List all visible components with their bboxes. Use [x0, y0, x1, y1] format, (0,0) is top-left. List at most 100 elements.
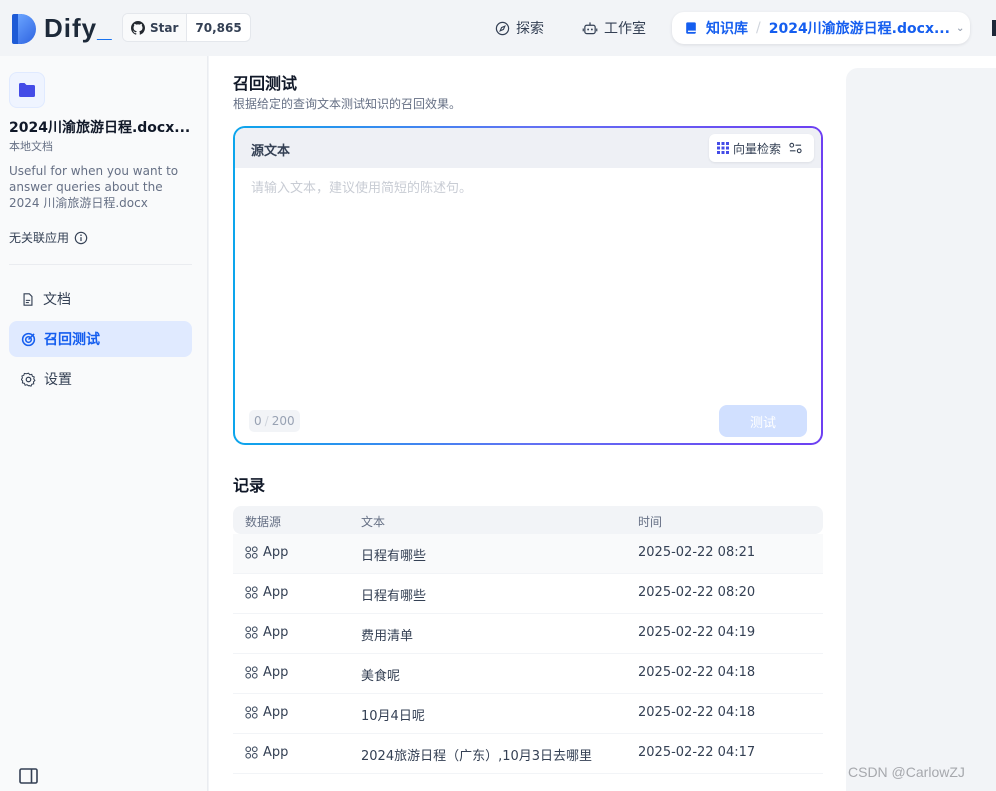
sidebar-item-settings[interactable]: 设置 — [9, 361, 192, 397]
nav-studio[interactable]: 工作室 — [582, 14, 646, 42]
row-time: 2025-02-22 04:18 — [638, 705, 756, 720]
counter-current: 0 — [254, 414, 262, 428]
counter-max: 200 — [271, 414, 295, 428]
sidebar-divider — [9, 264, 192, 265]
compass-icon — [495, 21, 510, 35]
retrieval-test-main: 召回测试 根据给定的查询文本测试知识的召回效果。 源文本 向量检索 0 / — [209, 56, 846, 791]
table-row[interactable]: App 2024旅游日程（广东）,10月3日去哪里 2025-02-22 04:17 — [233, 734, 823, 774]
row-text: 费用清单 — [361, 629, 414, 644]
row-time: 2025-02-22 04:17 — [638, 745, 756, 760]
row-source-label: App — [263, 745, 289, 760]
app-grid-icon — [245, 546, 258, 559]
row-source: App — [245, 665, 288, 680]
document-icon — [23, 292, 33, 306]
table-row[interactable]: App 美食呢 2025-02-22 04:18 — [233, 654, 823, 694]
nav-explore[interactable]: 探索 — [495, 14, 544, 42]
dataset-folder-icon — [9, 72, 45, 108]
dify-logo-mark — [12, 13, 36, 44]
watermark: CSDN @CarlowZJ — [848, 764, 965, 780]
column-header-text: 文本 — [361, 515, 386, 529]
row-source: App — [245, 545, 288, 560]
nav-explore-label: 探索 — [516, 21, 544, 37]
retrieval-method-label: 向量检索 — [732, 141, 781, 156]
counter-separator: / — [264, 414, 269, 428]
top-bar: Dify_ Star 70,865 探索 工作室 知识库 / 2024川渝旅游日… — [0, 0, 996, 56]
row-source: App — [245, 705, 288, 720]
column-header-source: 数据源 — [245, 515, 282, 529]
row-text: 2024旅游日程（广东）,10月3日去哪里 — [361, 749, 593, 764]
dataset-sidebar: 2024川渝旅游日程.docx... 本地文档 Useful for when … — [0, 56, 208, 791]
row-text: 日程有哪些 — [361, 589, 427, 604]
sidebar-item-documents[interactable]: 文档 — [9, 281, 192, 317]
info-icon[interactable] — [74, 231, 88, 245]
no-linked-app-label: 无关联应用 — [9, 231, 70, 245]
nav-studio-label: 工作室 — [604, 21, 646, 37]
row-time: 2025-02-22 04:18 — [638, 665, 756, 680]
row-source-label: App — [263, 545, 289, 560]
records-title: 记录 — [233, 476, 266, 495]
table-row[interactable]: App 10月4日呢 2025-02-22 04:18 — [233, 694, 823, 734]
row-text: 日程有哪些 — [361, 549, 427, 564]
query-card-header: 源文本 向量检索 — [235, 128, 821, 168]
github-icon — [131, 20, 145, 35]
app-grid-icon — [245, 666, 258, 679]
dify-logo[interactable]: Dify_ — [12, 13, 113, 44]
sidebar-item-label: 召回测试 — [44, 332, 100, 348]
sidebar-item-label: 设置 — [44, 372, 72, 388]
table-row[interactable]: App 日程有哪些 2025-02-22 08:21 — [233, 534, 823, 574]
results-panel-body — [846, 68, 996, 791]
breadcrumb-separator: / — [756, 20, 761, 36]
results-panel — [846, 56, 996, 791]
row-time: 2025-02-22 08:20 — [638, 585, 756, 600]
test-button[interactable]: 测试 — [719, 405, 807, 437]
row-source-label: App — [263, 665, 289, 680]
settings-sliders-icon — [789, 142, 802, 154]
table-row[interactable]: App 日程有哪些 2025-02-22 08:20 — [233, 574, 823, 614]
dataset-type: 本地文档 — [9, 140, 53, 153]
app-grid-icon — [245, 626, 258, 639]
star-count: 70,865 — [195, 20, 242, 35]
row-source: App — [245, 585, 288, 600]
dataset-description: Useful for when you want to answer queri… — [9, 164, 179, 210]
query-input-card: 源文本 向量检索 0 / 200 测试 — [233, 126, 823, 445]
sidebar-item-label: 文档 — [43, 292, 71, 308]
row-source-label: App — [263, 625, 289, 640]
sidebar-item-retrieval-test[interactable]: 召回测试 — [9, 321, 192, 357]
target-icon — [21, 332, 36, 346]
star-label: Star — [150, 20, 179, 35]
column-header-time: 时间 — [638, 515, 663, 529]
character-counter: 0 / 200 — [249, 410, 300, 432]
app-grid-icon — [245, 586, 258, 599]
dataset-name: 2024川渝旅游日程.docx... — [9, 120, 191, 136]
source-text-title: 源文本 — [251, 144, 291, 159]
row-text: 10月4日呢 — [361, 709, 425, 724]
row-text: 美食呢 — [361, 669, 401, 684]
breadcrumb-knowledge[interactable]: 知识库 — [706, 18, 748, 38]
chevron-down-icon[interactable]: ⌄ — [956, 23, 964, 34]
gear-icon — [21, 372, 36, 387]
no-linked-app: 无关联应用 — [9, 229, 88, 246]
clipped-edge-element — [992, 20, 996, 36]
breadcrumb-current-dataset[interactable]: 2024川渝旅游日程.docx... — [769, 18, 950, 38]
collapse-sidebar-icon[interactable] — [19, 768, 38, 788]
book-icon — [686, 22, 696, 34]
row-source-label: App — [263, 585, 289, 600]
page-title: 召回测试 — [233, 74, 298, 93]
table-row[interactable]: App 费用清单 2025-02-22 04:19 — [233, 614, 823, 654]
row-source: App — [245, 745, 288, 760]
retrieval-method-button[interactable]: 向量检索 — [708, 134, 814, 162]
row-time: 2025-02-22 04:19 — [638, 625, 756, 640]
github-star-button[interactable]: Star 70,865 — [122, 13, 251, 42]
grid-dots-icon — [716, 142, 729, 154]
records-table-header: 数据源 文本 时间 — [233, 506, 823, 534]
query-textarea[interactable] — [251, 177, 811, 377]
logo-text: Dify_ — [44, 13, 113, 43]
page-description: 根据给定的查询文本测试知识的召回效果。 — [233, 97, 462, 111]
knowledge-breadcrumb[interactable]: 知识库 / 2024川渝旅游日程.docx... ⌄ — [672, 12, 970, 44]
app-grid-icon — [245, 706, 258, 719]
row-time: 2025-02-22 08:21 — [638, 545, 756, 560]
row-source-label: App — [263, 705, 289, 720]
robot-icon — [582, 21, 598, 34]
app-grid-icon — [245, 746, 258, 759]
row-source: App — [245, 625, 288, 640]
